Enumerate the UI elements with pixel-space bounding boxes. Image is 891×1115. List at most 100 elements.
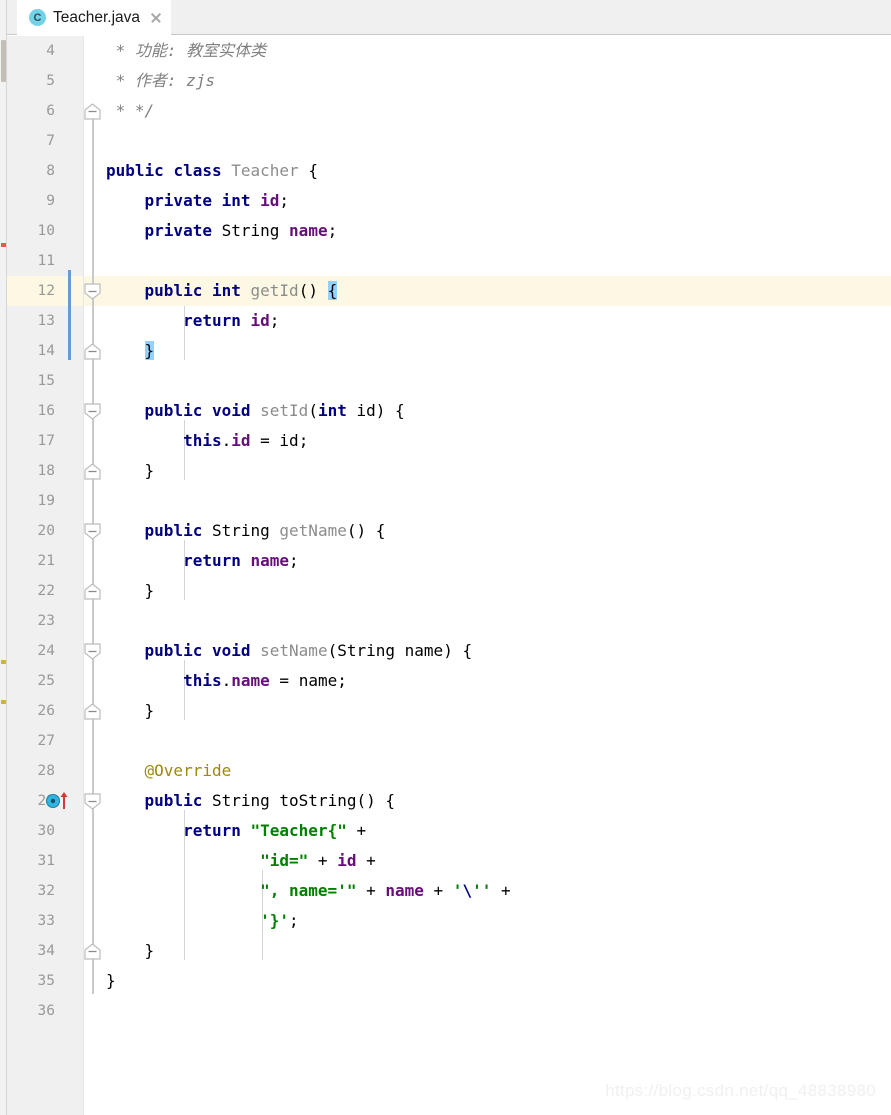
code-line[interactable]: 8 public class Teacher { [7, 156, 891, 186]
marker-warning-1[interactable] [1, 660, 6, 664]
override-method-icon[interactable] [45, 792, 71, 810]
code-line-body[interactable]: @Override [84, 756, 891, 786]
line-number-cell[interactable]: 19 [7, 486, 84, 516]
code-line[interactable]: 34 } [7, 936, 891, 966]
line-number-cell[interactable]: 35 [7, 966, 84, 996]
line-number-cell[interactable]: 24 [7, 636, 84, 666]
code-line-body[interactable]: * 功能: 教室实体类 [84, 36, 891, 66]
code-line[interactable]: 6 * */ [7, 96, 891, 126]
code-line[interactable]: 7 [7, 126, 891, 156]
line-number-cell[interactable]: 13 [7, 306, 84, 336]
line-number-cell[interactable]: 26 [7, 696, 84, 726]
line-number-cell[interactable]: 22 [7, 576, 84, 606]
line-number-cell[interactable]: 9 [7, 186, 84, 216]
line-number-cell[interactable]: 21 [7, 546, 84, 576]
line-number-cell[interactable]: 23 [7, 606, 84, 636]
fold-toggle-collapse-start-icon[interactable] [84, 523, 101, 540]
code-line[interactable]: 22 } [7, 576, 891, 606]
line-number-cell[interactable]: 17 [7, 426, 84, 456]
fold-toggle-collapse-start-icon[interactable] [84, 793, 101, 810]
code-line-body[interactable]: public class Teacher { [84, 156, 891, 186]
code-line[interactable]: 28 @Override [7, 756, 891, 786]
code-line-body[interactable] [84, 996, 891, 1026]
code-line[interactable]: 19 [7, 486, 891, 516]
line-number-cell[interactable]: 14 [7, 336, 84, 366]
fold-toggle-collapse-start-icon[interactable] [84, 403, 101, 420]
code-line-body[interactable]: } [84, 696, 891, 726]
code-line[interactable]: 30 return "Teacher{" + [7, 816, 891, 846]
code-line-body[interactable]: } [84, 576, 891, 606]
code-line-body[interactable]: this.name = name; [84, 666, 891, 696]
line-number-cell[interactable]: 36 [7, 996, 84, 1026]
line-number-cell[interactable]: 11 [7, 246, 84, 276]
code-lines[interactable]: 4 * 功能: 教室实体类 5 * 作者: zjs 6 * */7 8 public c… [7, 36, 891, 1026]
line-number-cell[interactable]: 10 [7, 216, 84, 246]
code-line[interactable]: 36 [7, 996, 891, 1026]
line-number-cell[interactable]: 15 [7, 366, 84, 396]
code-line[interactable]: 27 [7, 726, 891, 756]
fold-toggle-collapse-end-icon[interactable] [84, 703, 101, 720]
code-line[interactable]: 25 this.name = name; [7, 666, 891, 696]
code-line[interactable]: 26 } [7, 696, 891, 726]
code-line[interactable]: 17 this.id = id; [7, 426, 891, 456]
line-number-cell[interactable]: 5 [7, 66, 84, 96]
code-line-body[interactable]: * 作者: zjs [84, 66, 891, 96]
code-line-body[interactable]: } [84, 936, 891, 966]
scrollbar-thumb[interactable] [1, 40, 6, 82]
code-line[interactable]: 24 public void setName(String name) { [7, 636, 891, 666]
code-line-body[interactable]: return name; [84, 546, 891, 576]
code-line-body[interactable]: return id; [84, 306, 891, 336]
code-line[interactable]: 18 } [7, 456, 891, 486]
code-line-body[interactable]: } [84, 336, 891, 366]
line-number-cell[interactable]: 27 [7, 726, 84, 756]
code-line[interactable]: 21 return name; [7, 546, 891, 576]
code-line-body[interactable]: this.id = id; [84, 426, 891, 456]
left-panel-edge-scrollbar[interactable] [0, 0, 7, 1115]
line-number-cell[interactable]: 12 [7, 276, 84, 306]
code-line[interactable]: 12 public int getId() { [7, 276, 891, 306]
fold-toggle-collapse-end-icon[interactable] [84, 343, 101, 360]
code-line-body[interactable] [84, 486, 891, 516]
line-number-cell[interactable]: 25 [7, 666, 84, 696]
line-number-cell[interactable]: 20 [7, 516, 84, 546]
code-line[interactable]: 29 public String toString() { [7, 786, 891, 816]
code-line-body[interactable]: private int id; [84, 186, 891, 216]
code-line[interactable]: 13 return id; [7, 306, 891, 336]
fold-toggle-collapse-end-icon[interactable] [84, 103, 101, 120]
code-line-body[interactable]: private String name; [84, 216, 891, 246]
code-line[interactable]: 20 public String getName() { [7, 516, 891, 546]
code-line-body[interactable]: public void setId(int id) { [84, 396, 891, 426]
marker-warning-2[interactable] [1, 700, 6, 704]
code-line-body[interactable]: public int getId() { [84, 276, 891, 306]
code-line-body[interactable]: public String toString() { [84, 786, 891, 816]
line-number-cell[interactable]: 34 [7, 936, 84, 966]
code-line[interactable]: 4 * 功能: 教室实体类 [7, 36, 891, 66]
line-number-cell[interactable]: 31 [7, 846, 84, 876]
code-line[interactable]: 5 * 作者: zjs [7, 66, 891, 96]
fold-toggle-collapse-start-icon[interactable] [84, 643, 101, 660]
line-number-cell[interactable]: 32 [7, 876, 84, 906]
line-number-cell[interactable]: 18 [7, 456, 84, 486]
code-line-body[interactable] [84, 246, 891, 276]
code-line-body[interactable] [84, 366, 891, 396]
code-line[interactable]: 31 "id=" + id + [7, 846, 891, 876]
code-line[interactable]: 35} [7, 966, 891, 996]
line-number-cell[interactable]: 33 [7, 906, 84, 936]
line-number-cell[interactable]: 28 [7, 756, 84, 786]
code-line-body[interactable] [84, 126, 891, 156]
code-line-body[interactable]: return "Teacher{" + [84, 816, 891, 846]
code-line[interactable]: 33 '}'; [7, 906, 891, 936]
line-number-cell[interactable]: 30 [7, 816, 84, 846]
code-line-body[interactable] [84, 606, 891, 636]
code-line-body[interactable]: * */ [84, 96, 891, 126]
code-line[interactable]: 11 [7, 246, 891, 276]
code-line-body[interactable]: '}'; [84, 906, 891, 936]
code-line[interactable]: 15 [7, 366, 891, 396]
close-icon[interactable] [149, 11, 163, 25]
code-line-body[interactable]: ", name='" + name + '\'' + [84, 876, 891, 906]
line-number-cell[interactable]: 16 [7, 396, 84, 426]
code-line[interactable]: 10 private String name; [7, 216, 891, 246]
line-number-cell[interactable]: 6 [7, 96, 84, 126]
code-line-body[interactable] [84, 726, 891, 756]
code-editor-area[interactable]: 4 * 功能: 教室实体类 5 * 作者: zjs 6 * */7 8 public c… [7, 36, 891, 1115]
